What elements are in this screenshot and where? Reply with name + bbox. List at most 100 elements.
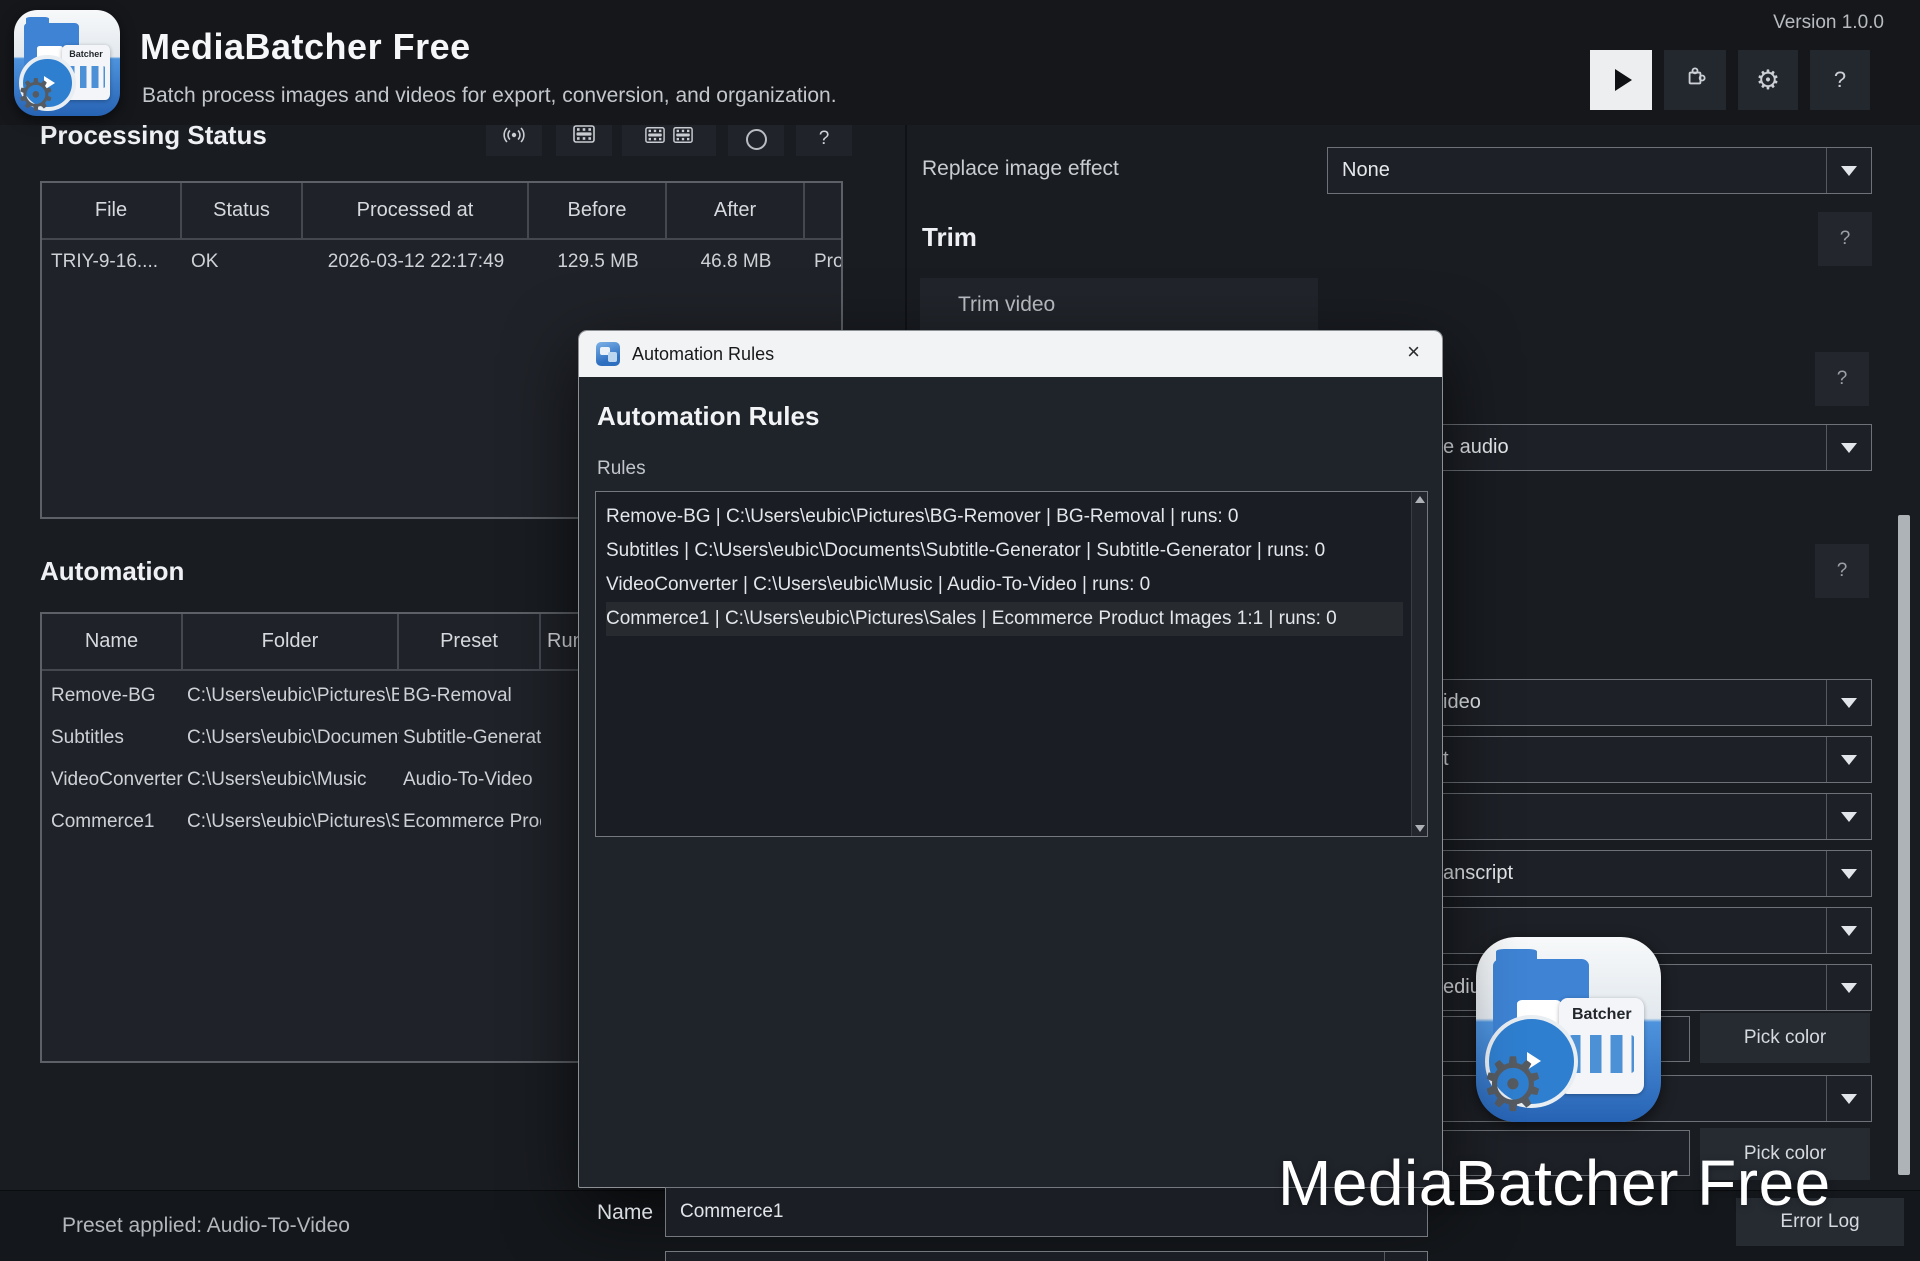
- dialog-title: Automation Rules: [632, 344, 774, 365]
- app-header: Batcher ⚙ MediaBatcher Free Batch proces…: [0, 0, 1920, 125]
- film-icon: [672, 125, 694, 150]
- rules-listbox[interactable]: Remove-BG | C:\Users\eubic\Pictures\BG-R…: [595, 491, 1428, 837]
- app-window: Processing Status ?: [0, 0, 1920, 1261]
- cell-name: Subtitles: [42, 727, 183, 749]
- pick-color-label: Pick color: [1744, 1027, 1826, 1049]
- cell-status: OK: [182, 251, 303, 273]
- close-icon[interactable]: ×: [1407, 339, 1420, 365]
- chevron-down-icon: [1827, 812, 1871, 822]
- chevron-down-icon: [1827, 983, 1871, 993]
- help-button[interactable]: ?: [1810, 50, 1870, 110]
- scroll-down-icon[interactable]: [1415, 825, 1425, 832]
- cell-preset: BG-Removal: [399, 685, 541, 707]
- cell-file: TRIY-9-16....: [42, 251, 182, 273]
- col-processed-at[interactable]: Processed at: [303, 183, 529, 238]
- dropdown-value: e audio: [1435, 436, 1826, 459]
- film-icon: [572, 123, 596, 150]
- col-status[interactable]: Status: [182, 183, 303, 238]
- cell-name: Remove-BG: [42, 685, 183, 707]
- trim-help-button[interactable]: ?: [1818, 212, 1872, 266]
- rule-item[interactable]: Subtitles | C:\Users\eubic\Documents\Sub…: [606, 534, 1403, 568]
- automation-rules-dialog: Automation Rules × Automation Rules Rule…: [578, 330, 1443, 1188]
- settings-button[interactable]: ⚙: [1738, 50, 1798, 110]
- option-dropdown[interactable]: [1434, 793, 1872, 840]
- puzzle-icon: [1682, 65, 1708, 96]
- cell-name: Commerce1: [42, 811, 183, 833]
- col-after[interactable]: After: [667, 183, 805, 238]
- audio-dropdown[interactable]: e audio: [1434, 424, 1872, 471]
- dialog-app-icon: [596, 342, 620, 366]
- question-icon: ?: [819, 128, 830, 150]
- help-button[interactable]: ?: [1815, 352, 1869, 406]
- run-batch-button[interactable]: [1590, 50, 1652, 110]
- col-extra[interactable]: [805, 183, 841, 238]
- chevron-down-icon: [1827, 926, 1871, 936]
- col-file[interactable]: File: [42, 183, 182, 238]
- rules-label: Rules: [597, 458, 646, 480]
- col-name[interactable]: Name: [42, 614, 183, 669]
- rule-item-selected[interactable]: Commerce1 | C:\Users\eubic\Pictures\Sale…: [606, 602, 1403, 636]
- app-logo: Batcher ⚙: [14, 10, 120, 116]
- dropdown-separator: [1384, 1252, 1385, 1261]
- cell-before: 129.5 MB: [529, 251, 667, 273]
- cell-folder: C:\Users\eubic\Music: [183, 769, 399, 791]
- trim-title: Trim: [922, 222, 977, 253]
- rule-item[interactable]: Remove-BG | C:\Users\eubic\Pictures\BG-R…: [606, 500, 1403, 534]
- dropdown-value: anscript: [1435, 862, 1826, 885]
- chevron-down-icon: [1827, 698, 1871, 708]
- watermark-logo: Batcher ⚙: [1476, 937, 1661, 1122]
- preset-dropdown[interactable]: Ecommerce Product Images 1:1: [665, 1251, 1428, 1261]
- cell-folder: C:\Users\eubic\Pictures\BG-Remover: [183, 685, 399, 707]
- replace-image-effect-dropdown[interactable]: None: [1327, 147, 1872, 194]
- scroll-up-icon[interactable]: [1415, 496, 1425, 503]
- cell-preset: Ecommerce Product Images 1:1: [399, 811, 541, 833]
- film-icon: [644, 125, 666, 150]
- app-subtitle: Batch process images and videos for expo…: [142, 84, 837, 108]
- batcher-badge-label: Batcher: [62, 49, 111, 59]
- table-header-row: File Status Processed at Before After: [42, 183, 841, 240]
- format-dropdown[interactable]: t: [1434, 736, 1872, 783]
- help-button[interactable]: ?: [1815, 544, 1869, 598]
- cell-processed-at: 2026-03-12 22:17:49: [303, 251, 529, 273]
- preset-applied-status: Preset applied: Audio-To-Video: [62, 1214, 350, 1238]
- col-before[interactable]: Before: [529, 183, 667, 238]
- watermark-text: MediaBatcher Free: [1278, 1146, 1831, 1220]
- trim-video-row[interactable]: Trim video: [920, 278, 1318, 332]
- table-row[interactable]: TRIY-9-16.... OK 2026-03-12 22:17:49 129…: [42, 240, 841, 284]
- automation-title: Automation: [40, 556, 184, 587]
- pick-color-button[interactable]: Pick color: [1700, 1013, 1870, 1063]
- name-label: Name: [597, 1201, 653, 1225]
- chevron-down-icon: [1827, 443, 1871, 453]
- cell-folder: C:\Users\eubic\Documents\Subtitle-Genera…: [183, 727, 399, 749]
- dialog-titlebar[interactable]: Automation Rules ×: [579, 331, 1442, 377]
- app-title: MediaBatcher Free: [140, 26, 471, 68]
- video-dropdown[interactable]: ideo: [1434, 679, 1872, 726]
- main-scrollbar-thumb[interactable]: [1898, 515, 1910, 1175]
- cell-name: VideoConverter: [42, 769, 183, 791]
- cell-folder: C:\Users\eubic\Pictures\Sales: [183, 811, 399, 833]
- transcript-dropdown[interactable]: anscript: [1434, 850, 1872, 897]
- version-label: Version 1.0.0: [1773, 12, 1884, 34]
- replace-image-effect-label: Replace image effect: [922, 157, 1119, 181]
- question-icon: ?: [1837, 560, 1848, 582]
- col-folder[interactable]: Folder: [183, 614, 399, 669]
- cell-preset: Subtitle-Generator: [399, 727, 541, 749]
- gear-icon: ⚙: [1756, 65, 1780, 96]
- cell-after: 46.8 MB: [667, 251, 805, 273]
- listbox-scrollbar[interactable]: [1411, 492, 1427, 836]
- cell-extra: Pro: [805, 251, 841, 273]
- dropdown-value: ideo: [1435, 691, 1826, 714]
- chevron-down-icon: [1827, 1094, 1871, 1104]
- question-icon: ?: [1834, 67, 1846, 93]
- chevron-down-icon: [1827, 755, 1871, 765]
- trim-video-label: Trim video: [920, 293, 1055, 317]
- broadcast-icon: [502, 125, 526, 150]
- cell-preset: Audio-To-Video: [399, 769, 541, 791]
- batcher-badge-label: Batcher: [1559, 1006, 1644, 1024]
- plugins-button[interactable]: [1664, 50, 1726, 110]
- rule-item[interactable]: VideoConverter | C:\Users\eubic\Music | …: [606, 568, 1403, 602]
- dropdown-value: t: [1435, 748, 1826, 771]
- question-icon: ?: [1837, 368, 1848, 390]
- chevron-down-icon: [1827, 869, 1871, 879]
- col-preset[interactable]: Preset: [399, 614, 541, 669]
